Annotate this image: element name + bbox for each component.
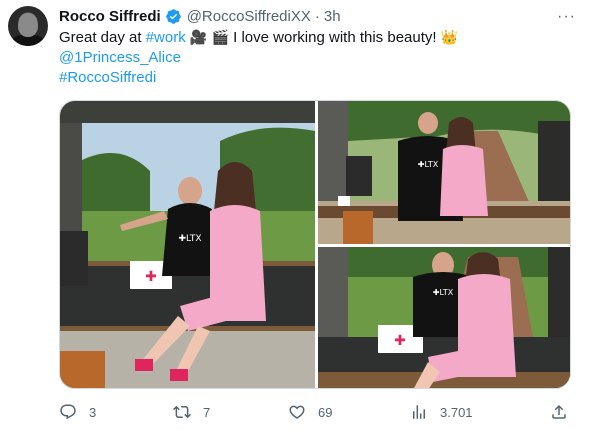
tweet-line-1: Great day at #work 🎥 🎬 I love working wi… (59, 28, 579, 48)
shirt-logo-text-3: ✚LTX (433, 288, 454, 297)
tweet-line-2: @1Princess_Alice (59, 48, 579, 68)
views-count: 3.701 (440, 404, 473, 420)
text-prefix: Great day at (59, 29, 146, 46)
author-name[interactable]: Rocco Siffredi (59, 8, 161, 25)
separator-dot: · (314, 7, 320, 25)
tweet-text: Great day at #work 🎥 🎬 I love working wi… (59, 28, 579, 88)
views-chart-icon (413, 405, 425, 419)
shirt-logo-text-2: ✚LTX (418, 160, 439, 169)
reply-button[interactable]: 3 (59, 403, 96, 421)
heart-icon (289, 405, 305, 419)
more-options-icon[interactable]: ··· (557, 8, 576, 26)
like-button[interactable]: 69 (288, 403, 332, 421)
verified-badge-icon (165, 8, 181, 24)
author-handle[interactable]: @RoccoSiffrediXX (187, 8, 311, 25)
views-button[interactable]: 3.701 (410, 403, 473, 421)
like-count: 69 (318, 404, 333, 420)
reply-count: 3 (89, 404, 97, 420)
tweet-actions: 3 7 69 3.701 (59, 403, 579, 423)
share-icon (552, 404, 566, 419)
photo-1[interactable]: ✚ ✚LTX (60, 101, 315, 388)
crown-emoji: 👑 (440, 30, 459, 46)
media-grid: ✚ ✚LTX ✚LTX ✚ ✚LTX (59, 100, 571, 389)
tweet-header: Rocco Siffredi @RoccoSiffrediXX · 3h (59, 6, 341, 26)
shirt-logo-text-1: ✚LTX (179, 234, 202, 244)
tweet-time[interactable]: 3h (324, 8, 341, 25)
avatar-face (18, 13, 38, 37)
photo-3[interactable]: ✚ ✚LTX (318, 247, 570, 388)
mention-link[interactable]: @1Princess_Alice (59, 49, 181, 66)
photo-2[interactable]: ✚LTX (318, 101, 570, 244)
avatar[interactable] (8, 6, 48, 46)
svg-text:✚: ✚ (394, 333, 406, 349)
movie-camera-emoji: 🎥 (189, 30, 208, 46)
tweet-line-3: #RoccoSiffredi (59, 68, 579, 88)
retweet-button[interactable]: 7 (173, 403, 210, 421)
text-mid: I love working with this beauty! (228, 29, 437, 46)
hashtag-work-link[interactable]: #work (146, 29, 186, 46)
hashtag-name-link[interactable]: #RoccoSiffredi (59, 69, 156, 86)
retweet-icon (173, 405, 191, 419)
share-button[interactable] (550, 403, 568, 421)
retweet-count: 7 (203, 404, 211, 420)
clapper-board-emoji: 🎬 (211, 30, 229, 46)
svg-text:✚: ✚ (145, 269, 157, 285)
reply-icon (60, 404, 76, 420)
